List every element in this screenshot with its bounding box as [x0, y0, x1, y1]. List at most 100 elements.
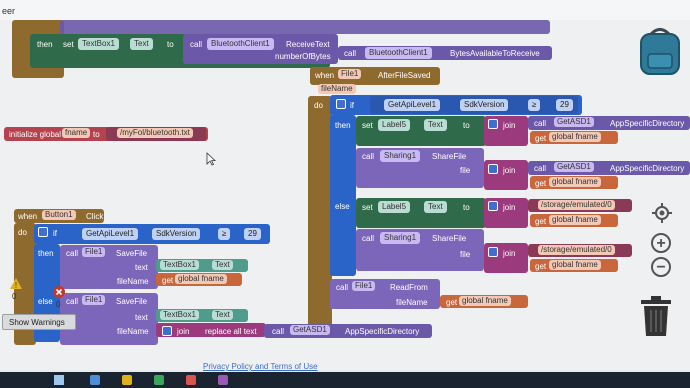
after-save-body [308, 96, 332, 336]
after-save-param[interactable]: fileName [318, 84, 356, 94]
after-asd-method: AppSpecificDirectory [610, 119, 685, 128]
top-header-bar [60, 20, 550, 34]
after-global-fname-2[interactable]: global fname [549, 177, 601, 187]
after-else-global-fname-1[interactable]: global fname [549, 215, 601, 225]
backpack-icon[interactable] [636, 26, 684, 76]
after-asd-component[interactable]: GetASD1 [554, 117, 594, 127]
click-join-gear-icon[interactable] [162, 326, 172, 336]
top-to: to [167, 40, 174, 49]
click-save-call: call [66, 249, 79, 258]
after-then: then [335, 121, 351, 130]
taskbar-app-icon[interactable] [122, 375, 132, 385]
zoom-out-button[interactable]: − [651, 257, 671, 277]
join-gear-icon-3[interactable] [488, 201, 498, 211]
click-then: then [38, 249, 54, 258]
after-api-component[interactable]: GetApiLevel1 [384, 99, 441, 111]
start-icon[interactable] [54, 375, 64, 385]
recenter-icon[interactable] [652, 203, 672, 223]
show-warnings-button[interactable]: Show Warnings [2, 314, 76, 330]
if-gear-icon[interactable] [336, 99, 346, 109]
click-textbox[interactable]: TextBox1 [160, 260, 199, 270]
zoom-in-button[interactable]: + [651, 233, 671, 253]
join-gear-icon-2[interactable] [488, 164, 498, 174]
taskbar-app-icon[interactable] [154, 375, 164, 385]
error-count: 0 [56, 300, 61, 309]
after-share-method: ShareFile [432, 152, 467, 161]
after-storage-path-2[interactable]: /storage/emulated/0 [538, 245, 615, 255]
after-else-share-component[interactable]: Sharing1 [380, 232, 421, 244]
after-set: set [362, 121, 373, 130]
click-textbox-2[interactable]: TextBox1 [160, 310, 199, 320]
readfrom-call: call [336, 283, 349, 292]
click-save-method: SaveFile [116, 249, 148, 258]
top-call: call [190, 40, 203, 49]
click-global-fname[interactable]: global fname [175, 274, 227, 284]
after-storage-path-1[interactable]: /storage/emulated/0 [538, 200, 615, 210]
after-else-label-component[interactable]: Label5 [378, 201, 411, 213]
click-asd-component[interactable]: GetASD1 [290, 325, 330, 335]
bt-param: numberOfBytes [275, 52, 331, 61]
after-else-set: set [362, 203, 373, 212]
after-label-prop[interactable]: Text [424, 119, 447, 131]
taskbar-app-icon[interactable] [90, 375, 100, 385]
bt-method2: BytesAvailableToReceive [450, 49, 540, 58]
after-label-component[interactable]: Label5 [378, 119, 411, 131]
click-textbox-prop-2[interactable]: Text [212, 310, 233, 320]
click-save-method-2: SaveFile [116, 297, 148, 306]
click-file-component-2[interactable]: File1 [82, 295, 106, 305]
trash-icon[interactable] [640, 296, 672, 336]
warning-count: 0 [12, 292, 17, 301]
click-if: if [53, 229, 57, 238]
after-api-op[interactable]: ≥ [528, 99, 541, 111]
after-else-join-label: join [503, 203, 516, 212]
global-name[interactable]: fname [62, 128, 91, 138]
error-icon[interactable] [53, 286, 65, 298]
join-gear-icon-4[interactable] [488, 247, 498, 257]
after-else-to: to [463, 203, 470, 212]
click-api-component[interactable]: GetApiLevel1 [82, 228, 139, 240]
after-else-label-prop[interactable]: Text [424, 201, 447, 213]
after-asd-method-2: AppSpecificDirectory [610, 164, 685, 173]
global-value[interactable]: /myFol/bluetooth.txt [117, 128, 193, 138]
after-asd-component-2[interactable]: GetASD1 [554, 162, 594, 172]
top-target-component[interactable]: TextBox1 [78, 38, 119, 50]
after-share-component[interactable]: Sharing1 [380, 150, 421, 162]
zoom-in-label: + [656, 235, 666, 252]
after-api-prop[interactable]: SdkVersion [460, 99, 509, 111]
click-save-filename-2: fileName [117, 327, 149, 336]
bt-component2[interactable]: BluetoothClient1 [365, 47, 432, 59]
click-file-component[interactable]: File1 [82, 247, 106, 257]
after-else-join-label-2: join [503, 249, 516, 258]
click-component[interactable]: Button1 [42, 210, 76, 220]
click-asd-method: AppSpecificDirectory [345, 327, 420, 336]
privacy-policy-link[interactable]: Privacy Policy and Terms of Use [203, 362, 318, 371]
click-api-op[interactable]: ≥ [218, 228, 231, 240]
readfrom-get: get [446, 298, 458, 307]
zoom-out-label: − [656, 259, 666, 276]
after-save-do: do [314, 101, 323, 110]
click-api-value[interactable]: 29 [244, 228, 261, 240]
click-api-prop[interactable]: SdkVersion [152, 228, 201, 240]
bt-call2: call [344, 49, 357, 58]
click-replace-all: replace all text [205, 327, 257, 336]
warning-triangle-icon[interactable]: ! [10, 278, 22, 289]
click-textbox-prop[interactable]: Text [212, 260, 233, 270]
join-gear-icon[interactable] [488, 119, 498, 129]
click-get: get [162, 276, 174, 285]
readfrom-global-fname[interactable]: global fname [459, 296, 511, 306]
after-global-fname-1[interactable]: global fname [549, 132, 601, 142]
after-else-global-fname-2[interactable]: global fname [549, 260, 601, 270]
taskbar-app-icon[interactable] [218, 375, 228, 385]
after-save-event: AfterFileSaved [378, 71, 431, 80]
readfrom-component[interactable]: File1 [352, 281, 376, 291]
bt-component[interactable]: BluetoothClient1 [207, 38, 274, 50]
after-else-get-label-1: get [535, 217, 547, 226]
after-save-component[interactable]: File1 [338, 69, 362, 79]
click-asd-call: call [272, 327, 285, 336]
window-title-bar: eer [0, 0, 690, 20]
taskbar-app-icon[interactable] [186, 375, 196, 385]
after-asd-call: call [534, 119, 547, 128]
top-target-prop[interactable]: Text [130, 38, 153, 50]
click-if-gear-icon[interactable] [38, 227, 48, 237]
after-api-value[interactable]: 29 [556, 99, 573, 111]
